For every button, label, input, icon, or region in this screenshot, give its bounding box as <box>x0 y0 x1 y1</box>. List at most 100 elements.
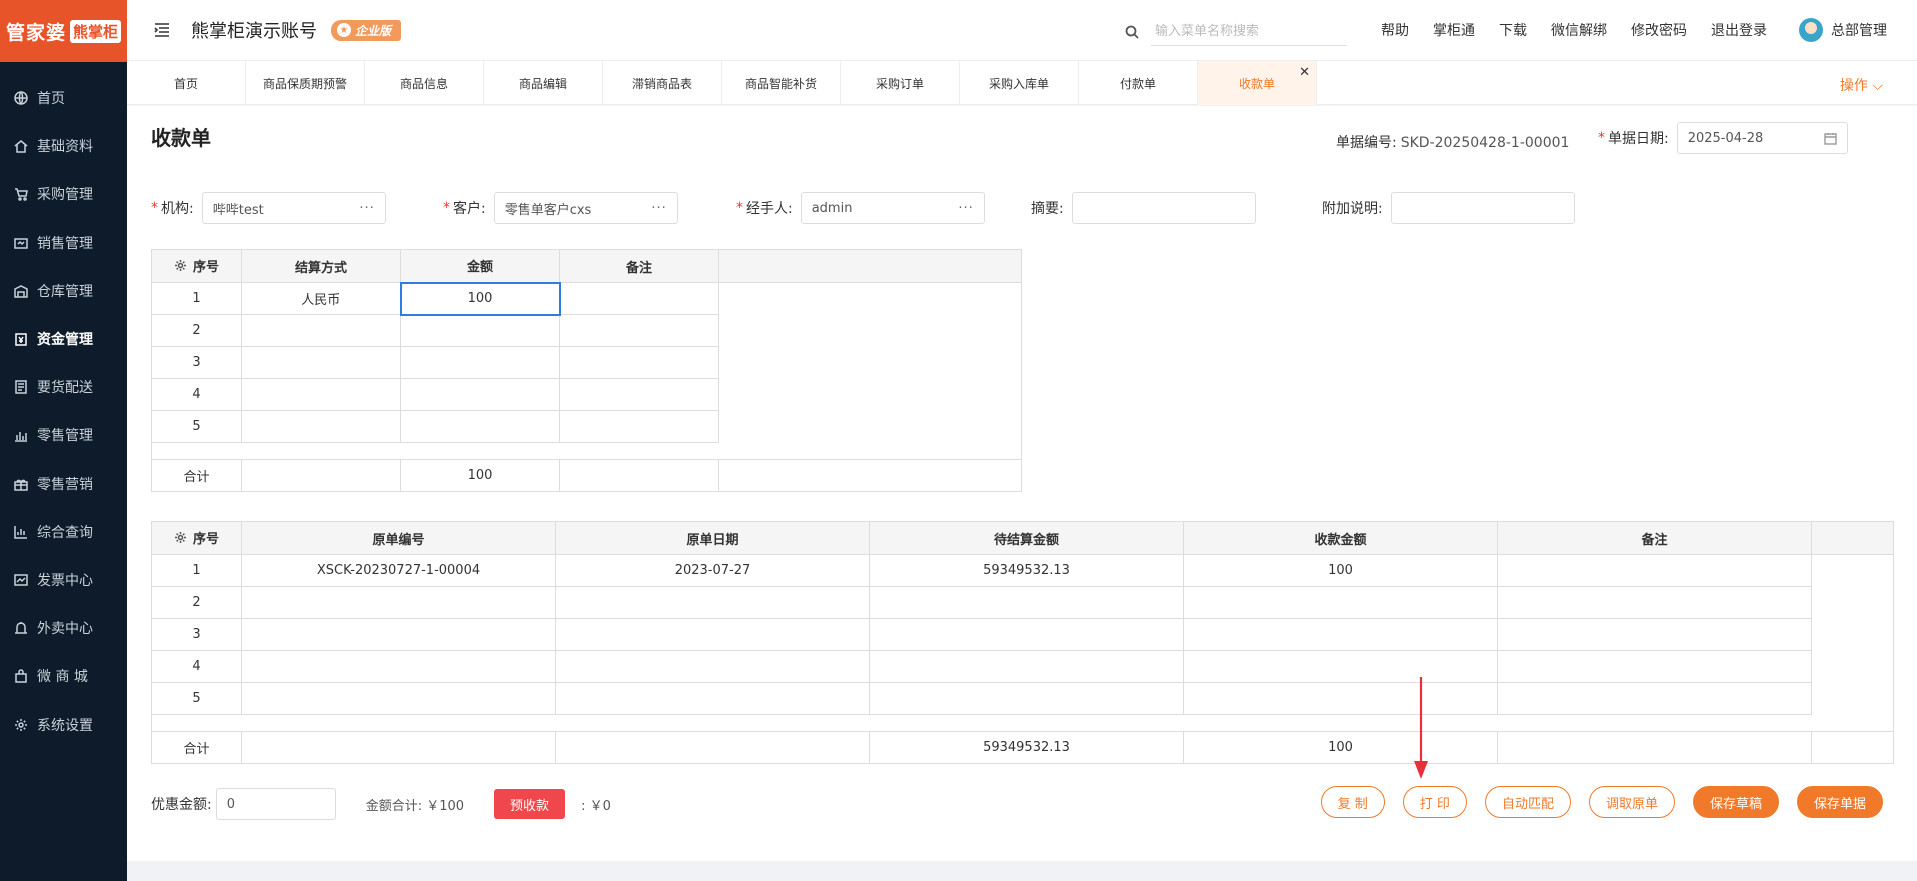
doc-date-picker[interactable]: 2025-04-28 <box>1676 122 1848 154</box>
source-no-cell[interactable] <box>241 682 556 715</box>
sidebar-item-fund[interactable]: 资金管理 <box>0 315 127 363</box>
remark-cell[interactable] <box>1497 618 1812 651</box>
discount-input[interactable]: 0 <box>215 788 336 820</box>
fetch-source-button[interactable]: 调取原单 <box>1588 786 1675 818</box>
amount-cell[interactable] <box>400 410 560 443</box>
table-row: 2 <box>151 586 1894 619</box>
tab-purchase-inbound[interactable]: 采购入库单 <box>960 61 1079 105</box>
tab-product-edit[interactable]: 商品编辑 <box>484 61 603 105</box>
tab-receipt[interactable]: 收款单 ✕ <box>1198 61 1317 105</box>
source-no-cell[interactable]: XSCK-20230727-1-00004 <box>241 554 556 587</box>
blank-cell <box>718 282 1022 315</box>
source-no-cell[interactable] <box>241 618 556 651</box>
receipt-amount-cell[interactable] <box>1183 618 1498 651</box>
pending-amount-cell[interactable] <box>869 650 1184 683</box>
receipt-amount-cell[interactable] <box>1183 682 1498 715</box>
tab-payment[interactable]: 付款单 <box>1079 61 1198 105</box>
gear-icon[interactable] <box>174 259 187 272</box>
source-no-cell[interactable] <box>241 650 556 683</box>
source-date-cell[interactable] <box>555 682 870 715</box>
remark-cell[interactable] <box>559 314 719 347</box>
summary-input[interactable] <box>1071 192 1256 224</box>
more-icon[interactable]: ··· <box>359 201 374 216</box>
customer-selector[interactable]: 零售单客户cxs ··· <box>493 192 678 224</box>
sidebar-item-purchase[interactable]: 采购管理 <box>0 170 127 218</box>
handler-selector[interactable]: admin ··· <box>800 192 985 224</box>
sidebar-item-delivery[interactable]: 要货配送 <box>0 363 127 411</box>
help-link[interactable]: 帮助 <box>1381 20 1409 40</box>
tab-product-info[interactable]: 商品信息 <box>365 61 484 105</box>
sidebar-item-home[interactable]: 首页 <box>0 74 127 122</box>
tab-home[interactable]: 首页 <box>127 61 246 105</box>
menu-toggle-icon[interactable] <box>153 21 171 39</box>
amount-cell[interactable] <box>400 314 560 347</box>
remark-cell[interactable] <box>559 346 719 379</box>
gear-icon[interactable] <box>174 531 187 544</box>
download-link[interactable]: 下载 <box>1499 20 1527 40</box>
operations-dropdown[interactable]: 操作 ⌵ <box>1840 75 1883 95</box>
amount-cell[interactable] <box>400 346 560 379</box>
remark-cell[interactable] <box>1497 682 1812 715</box>
more-icon[interactable]: ··· <box>958 201 973 216</box>
change-password-link[interactable]: 修改密码 <box>1631 20 1687 40</box>
receipt-amount-cell[interactable] <box>1183 586 1498 619</box>
source-date-cell[interactable] <box>555 618 870 651</box>
auto-match-button[interactable]: 自动匹配 <box>1484 786 1571 818</box>
logout-link[interactable]: 退出登录 <box>1711 20 1767 40</box>
sidebar-item-basic-data[interactable]: 基础资料 <box>0 122 127 170</box>
blank-cell <box>1811 682 1894 715</box>
sidebar-item-invoice[interactable]: 发票中心 <box>0 556 127 604</box>
save-draft-button[interactable]: 保存草稿 <box>1692 786 1779 818</box>
tab-slow-moving[interactable]: 滞销商品表 <box>603 61 722 105</box>
remark-cell[interactable] <box>1497 650 1812 683</box>
menu-search-input[interactable] <box>1151 18 1347 46</box>
amount-cell[interactable] <box>400 378 560 411</box>
amount-cell[interactable]: 100 <box>399 281 561 316</box>
sidebar-item-settings[interactable]: 系统设置 <box>0 700 127 748</box>
remark-cell[interactable] <box>1497 554 1812 587</box>
column-header-settle-method: 结算方式 <box>241 249 401 283</box>
close-icon[interactable]: ✕ <box>1299 65 1310 80</box>
settle-method-cell[interactable] <box>241 410 401 443</box>
tab-purchase-order[interactable]: 采购订单 <box>841 61 960 105</box>
pending-amount-cell[interactable] <box>869 682 1184 715</box>
remark-cell[interactable] <box>1497 586 1812 619</box>
pending-amount-cell[interactable] <box>869 586 1184 619</box>
remark-cell[interactable] <box>559 282 719 315</box>
sidebar-item-warehouse[interactable]: 仓库管理 <box>0 267 127 315</box>
save-document-button[interactable]: 保存单据 <box>1796 786 1883 818</box>
sidebar-item-query[interactable]: 综合查询 <box>0 508 127 556</box>
pending-amount-cell[interactable]: 59349532.13 <box>869 554 1184 587</box>
org-selector[interactable]: 哔哔test ··· <box>201 192 386 224</box>
remark-cell[interactable] <box>559 378 719 411</box>
source-date-cell[interactable] <box>555 586 870 619</box>
source-date-cell[interactable] <box>555 650 870 683</box>
source-date-cell[interactable]: 2023-07-27 <box>555 554 870 587</box>
tab-shelf-life-warning[interactable]: 商品保质期预警 <box>246 61 365 105</box>
sidebar-item-marketing[interactable]: 零售营销 <box>0 460 127 508</box>
sidebar-item-takeout[interactable]: 外卖中心 <box>0 604 127 652</box>
user-menu[interactable]: 总部管理 <box>1799 18 1887 42</box>
sidebar-item-sales[interactable]: 销售管理 <box>0 219 127 267</box>
settle-method-cell[interactable] <box>241 378 401 411</box>
source-no-cell[interactable] <box>241 586 556 619</box>
tab-smart-replenish[interactable]: 商品智能补货 <box>722 61 841 105</box>
sidebar-item-mall[interactable]: 微 商 城 <box>0 652 127 700</box>
sidebar-item-retail[interactable]: 零售管理 <box>0 411 127 459</box>
column-header-index[interactable]: 序号 <box>151 249 242 283</box>
settle-method-cell[interactable] <box>241 314 401 347</box>
column-header-index[interactable]: 序号 <box>151 521 242 555</box>
print-button[interactable]: 打 印 <box>1402 786 1467 818</box>
zhanggui-link[interactable]: 掌柜通 <box>1433 20 1475 40</box>
settle-method-cell[interactable] <box>241 346 401 379</box>
note-input[interactable] <box>1390 192 1575 224</box>
remark-cell[interactable] <box>559 410 719 443</box>
receipt-amount-cell[interactable] <box>1183 650 1498 683</box>
more-icon[interactable]: ··· <box>651 201 666 216</box>
settle-method-cell[interactable]: 人民币 <box>241 282 401 315</box>
prepayment-button[interactable]: 预收款 <box>494 789 566 819</box>
wechat-unbind-link[interactable]: 微信解绑 <box>1551 20 1607 40</box>
pending-amount-cell[interactable] <box>869 618 1184 651</box>
copy-button[interactable]: 复 制 <box>1320 786 1385 818</box>
receipt-amount-cell[interactable]: 100 <box>1183 554 1498 587</box>
